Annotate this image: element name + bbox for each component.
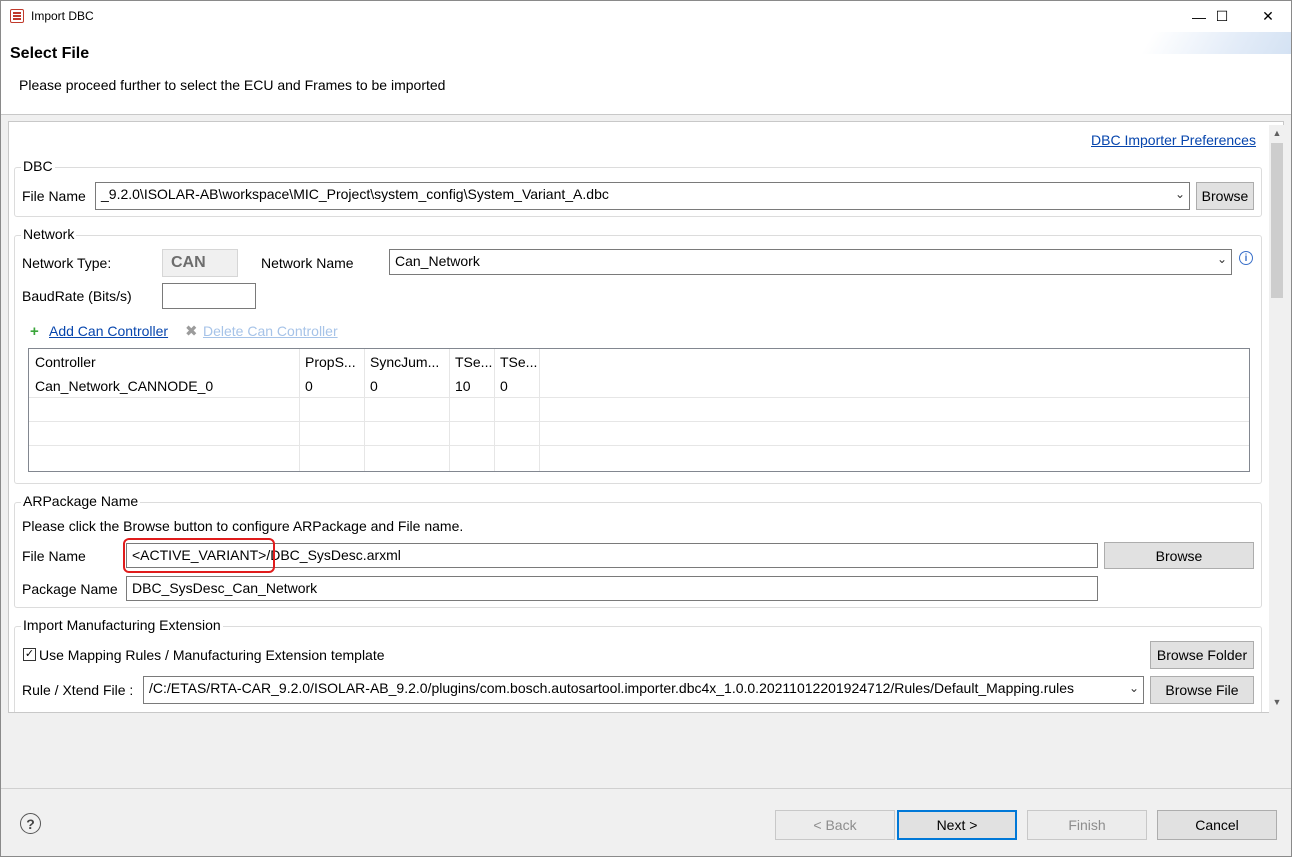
scroll-up-icon[interactable]: ▲ <box>1270 126 1284 140</box>
row-divider <box>29 445 1249 446</box>
table-cell-tseg1[interactable]: 10 <box>449 375 494 399</box>
network-name-combo[interactable]: Can_Network ⌄ <box>389 249 1232 275</box>
mapping-rules-checkbox[interactable]: ✓ <box>23 648 36 661</box>
header-banner <box>1141 32 1291 54</box>
network-name-value: Can_Network <box>395 253 480 269</box>
scroll-down-icon[interactable]: ▼ <box>1270 695 1284 709</box>
title-bar: Import DBC — ☐ ✕ <box>1 1 1291 32</box>
add-can-controller-link[interactable]: Add Can Controller <box>49 323 168 339</box>
rule-xtend-file-label: Rule / Xtend File : <box>22 682 134 698</box>
mapping-rules-checkbox-label[interactable]: Use Mapping Rules / Manufacturing Extens… <box>39 647 385 663</box>
add-icon: + <box>30 323 39 340</box>
chevron-down-icon[interactable]: ⌄ <box>1175 187 1185 201</box>
network-group-label: Network <box>21 226 77 242</box>
arpackage-browse-button[interactable]: Browse <box>1104 542 1254 569</box>
package-name-input[interactable]: DBC_SysDesc_Can_Network <box>126 576 1098 601</box>
column-header-tseg1[interactable]: TSe... <box>449 351 494 375</box>
maximize-button[interactable]: ☐ <box>1199 1 1245 32</box>
content-bottom-area <box>1 713 1291 787</box>
table-cell-propseg[interactable]: 0 <box>299 375 364 399</box>
dbc-file-name-combo[interactable]: _9.2.0\ISOLAR-AB\workspace\MIC_Project\s… <box>95 182 1190 210</box>
table-cell-controller[interactable]: Can_Network_CANNODE_0 <box>29 375 299 399</box>
baudrate-input[interactable] <box>162 283 256 309</box>
dbc-file-name-value: _9.2.0\ISOLAR-AB\workspace\MIC_Project\s… <box>101 186 609 202</box>
rule-xtend-file-combo[interactable]: /C:/ETAS/RTA-CAR_9.2.0/ISOLAR-AB_9.2.0/p… <box>143 676 1144 704</box>
import-dbc-window: Import DBC — ☐ ✕ Select File Please proc… <box>0 0 1292 857</box>
dbc-file-name-label: File Name <box>22 188 86 204</box>
manufacturing-group <box>14 626 1262 721</box>
table-cell-tseg2[interactable]: 0 <box>494 375 539 399</box>
column-header-controller[interactable]: Controller <box>29 351 299 375</box>
cancel-button[interactable]: Cancel <box>1157 810 1277 840</box>
active-variant-highlight <box>123 538 275 573</box>
browse-file-button[interactable]: Browse File <box>1150 676 1254 704</box>
network-type-value: CAN <box>162 249 238 277</box>
column-header-tseg2[interactable]: TSe... <box>494 351 539 375</box>
dbc-importer-preferences-link[interactable]: DBC Importer Preferences <box>1091 132 1256 148</box>
rule-xtend-file-value: /C:/ETAS/RTA-CAR_9.2.0/ISOLAR-AB_9.2.0/p… <box>149 680 1075 696</box>
page-description: Please proceed further to select the ECU… <box>19 77 446 93</box>
content-bottom-border <box>8 712 1284 713</box>
can-controller-table: Controller PropS... SyncJum... TSe... TS… <box>28 348 1250 472</box>
window-title: Import DBC <box>31 9 94 23</box>
arpackage-instruction: Please click the Browse button to config… <box>22 518 464 534</box>
page-title: Select File <box>10 45 90 62</box>
arpackage-file-name-label: File Name <box>22 548 86 564</box>
next-button[interactable]: Next > <box>897 810 1017 840</box>
delete-can-controller-link: Delete Can Controller <box>203 323 338 339</box>
dbc-group-label: DBC <box>21 158 55 174</box>
help-icon[interactable]: ? <box>20 813 41 834</box>
chevron-down-icon[interactable]: ⌄ <box>1124 681 1139 695</box>
table-cell-syncjump[interactable]: 0 <box>364 375 449 399</box>
footer-separator <box>1 788 1291 789</box>
info-icon[interactable]: i <box>1239 251 1253 265</box>
delete-icon: ✖ <box>185 323 198 340</box>
network-name-label: Network Name <box>261 255 354 271</box>
manufacturing-group-label: Import Manufacturing Extension <box>21 617 223 633</box>
column-header-propseg[interactable]: PropS... <box>299 351 364 375</box>
arpackage-group-label: ARPackage Name <box>21 493 141 509</box>
network-type-label: Network Type: <box>22 255 112 271</box>
package-name-label: Package Name <box>22 581 118 597</box>
wizard-header: Select File Please proceed further to se… <box>1 32 1291 115</box>
column-divider <box>539 349 540 471</box>
scrollbar-thumb[interactable] <box>1271 143 1283 298</box>
close-button[interactable]: ✕ <box>1245 1 1291 32</box>
finish-button[interactable]: Finish <box>1027 810 1147 840</box>
baudrate-label: BaudRate (Bits/s) <box>22 288 132 304</box>
back-button[interactable]: < Back <box>775 810 895 840</box>
app-icon <box>10 9 24 23</box>
browse-folder-button[interactable]: Browse Folder <box>1150 641 1254 669</box>
dbc-browse-button[interactable]: Browse <box>1196 182 1254 210</box>
row-divider <box>29 421 1249 422</box>
chevron-down-icon[interactable]: ⌄ <box>1217 252 1227 266</box>
column-header-syncjump[interactable]: SyncJum... <box>364 351 449 375</box>
